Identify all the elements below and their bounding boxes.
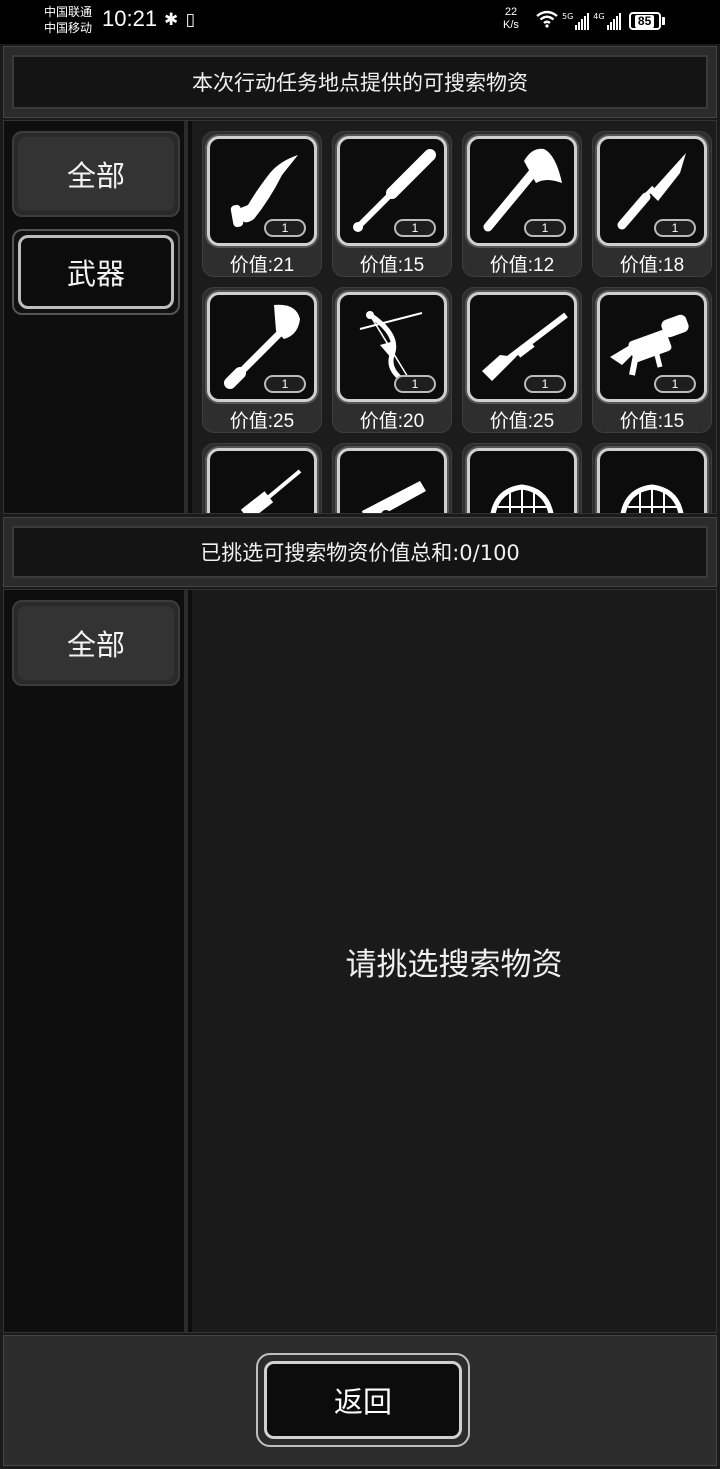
empty-message: 请挑选搜索物资 [345,946,563,983]
item-quantity-badge: 1 [394,219,436,237]
bluetooth-vibrate-icons: ✱ ▯ [164,10,197,30]
category-tab-weapons[interactable]: 武器 [12,229,180,315]
item-quantity-badge: 1 [654,219,696,237]
header-bar: 本次行动任务地点提供的可搜索物资 [3,46,717,118]
item-card-helmet[interactable] [462,443,582,513]
page-title: 本次行动任务地点提供的可搜索物资 [12,55,708,109]
item-card-combat-knife[interactable]: 1 价值:18 [592,131,712,277]
helmet-icon [490,484,554,513]
item-value: 价值:21 [229,255,295,276]
selected-items-area: 请挑选搜索物资 [192,590,716,1332]
carrier-info: 中国联通 中国移动 [44,4,92,36]
selected-category-tab-all[interactable]: 全部 [12,600,180,686]
item-value: 价值:25 [489,411,555,432]
item-value: 价值:15 [619,411,685,432]
item-quantity-badge: 1 [264,375,306,393]
item-grid[interactable]: 1 价值:21 1 价值:15 1 价值:12 1 价值:18 1 价值:25 … [192,121,716,513]
item-card-axe[interactable]: 1 价值:12 [462,131,582,277]
wifi-icon [536,10,558,32]
item-card-shovel[interactable]: 1 价值:25 [202,287,322,433]
battery-icon: 85 [628,12,665,30]
item-quantity-badge: 1 [524,375,566,393]
helmet-icon [620,484,684,513]
item-value: 价值:15 [359,255,425,276]
item-card-helmet-2[interactable] [592,443,712,513]
category-sidebar: 全部 武器 [4,121,188,513]
item-value: 价值:20 [359,411,425,432]
item-card-compound-bow[interactable]: 1 价值:20 [332,287,452,433]
carrier-2: 中国移动 [44,21,93,35]
rifle-icon [240,469,302,513]
signal-4g-icon: 4G [593,12,621,30]
item-card-rifle[interactable] [202,443,322,513]
item-quantity-badge: 1 [524,219,566,237]
selected-total-bar: 已挑选可搜索物资价值总和:0/100 [3,517,717,587]
item-quantity-badge: 1 [654,375,696,393]
clock: 10:21 [102,6,158,31]
network-speed: 22 K/s [503,6,519,31]
selected-items-panel: 全部 请挑选搜索物资 [3,589,717,1333]
item-value: 价值:12 [489,255,555,276]
status-bar: 中国联通 中国移动 10:21 ✱ ▯ 22 K/s 5G 4G 85 [0,0,720,44]
selected-category-sidebar: 全部 [4,590,188,1332]
item-value: 价值:18 [619,255,685,276]
battery-level: 85 [634,14,655,28]
item-value: 价值:25 [229,411,295,432]
selected-total-text: 已挑选可搜索物资价值总和:0/100 [12,526,708,578]
item-card-shotgun[interactable]: 1 价值:25 [462,287,582,433]
item-quantity-badge: 1 [264,219,306,237]
item-card-machete[interactable]: 1 价值:21 [202,131,322,277]
signal-5g-icon: 5G [562,12,590,30]
item-card-baseball-bat[interactable]: 1 价值:15 [332,131,452,277]
back-button-label: 返回 [333,1385,392,1419]
available-items-panel: 全部 武器 1 价值:21 1 价值:15 1 价值:12 1 价值:18 1 … [3,120,717,514]
back-button[interactable]: 返回 [256,1353,470,1447]
item-card-grenade-launcher[interactable]: 1 价值:15 [592,287,712,433]
pistol-icon [362,481,426,513]
status-right: 5G 4G 85 [536,9,665,33]
item-card-pistol[interactable] [332,443,452,513]
item-quantity-badge: 1 [394,375,436,393]
category-tab-all[interactable]: 全部 [12,131,180,217]
footer: 返回 [3,1335,717,1466]
carrier-1: 中国联通 [44,5,93,19]
